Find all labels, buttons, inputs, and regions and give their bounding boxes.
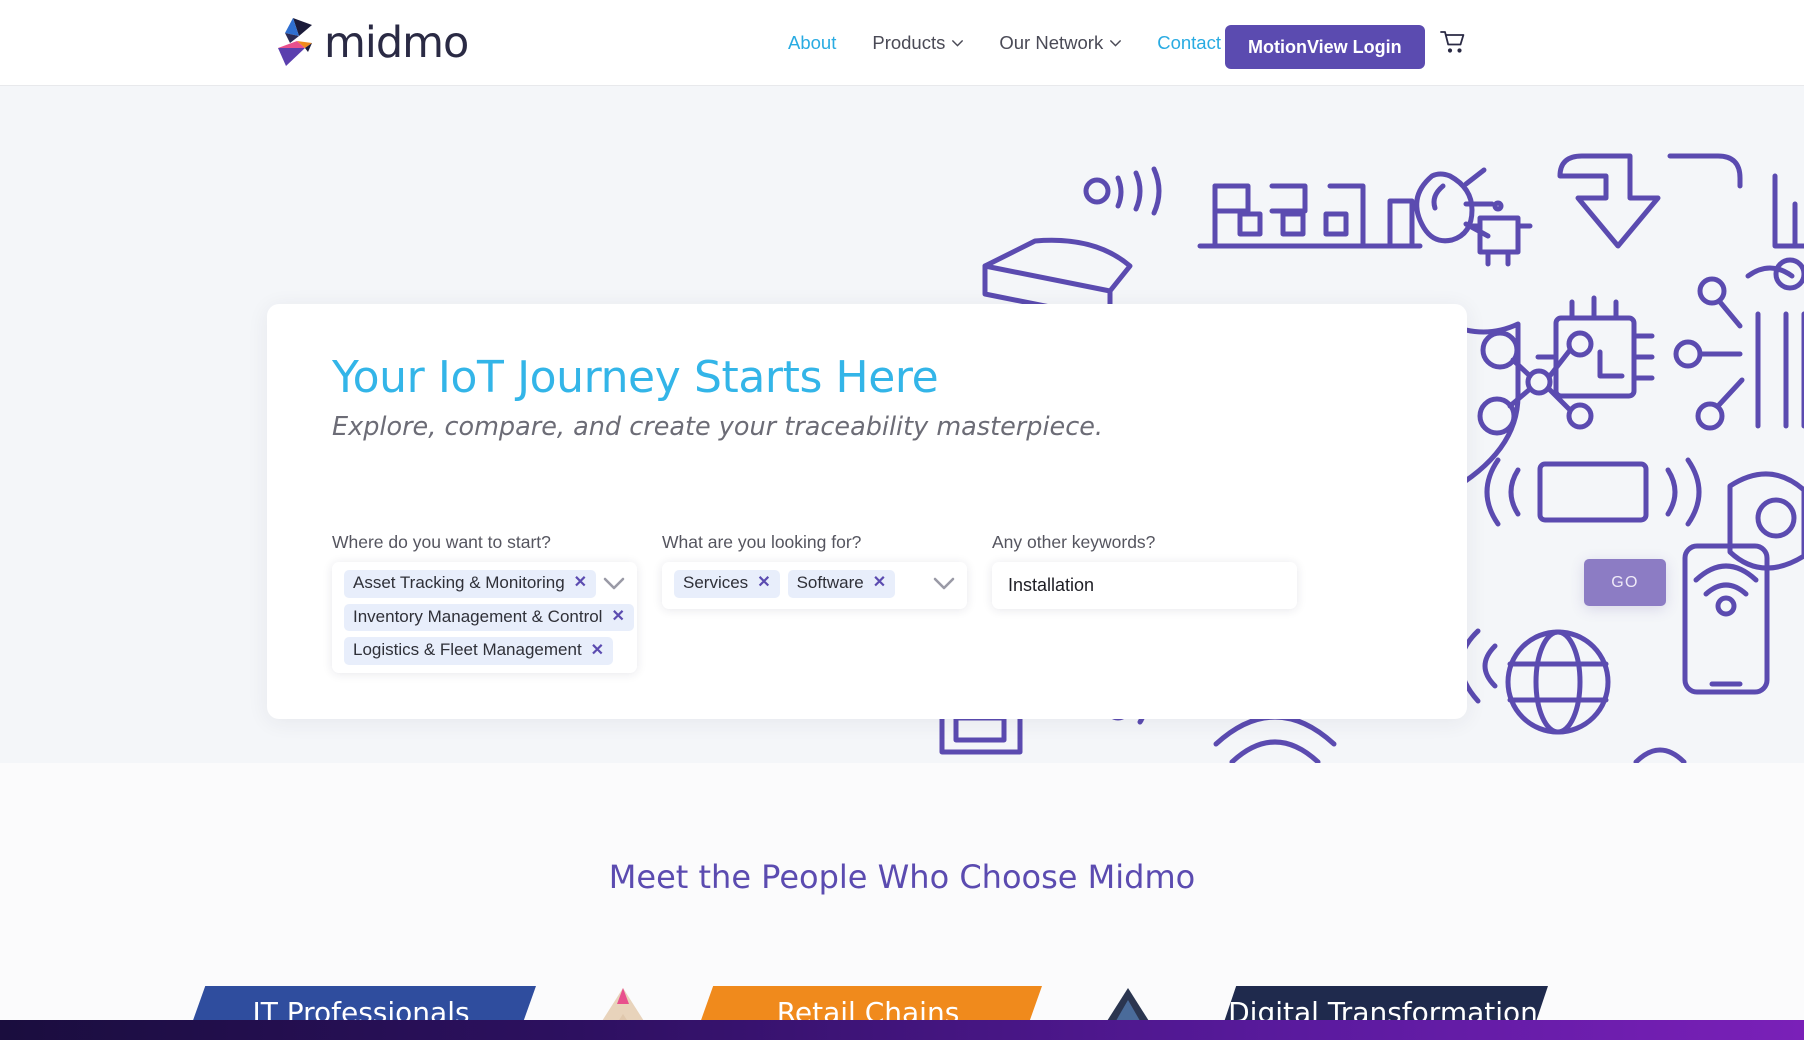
field-label-keywords: Any other keywords? [992,532,1156,552]
tag-label: Software [796,573,864,592]
tag-label: Inventory Management & Control [353,606,603,626]
field-looking-for: What are you looking for? Services ✕ Sof… [662,532,967,609]
motionview-login-button[interactable]: MotionView Login [1225,25,1425,69]
chevron-down-icon[interactable] [603,577,625,590]
field-label-where-to-start: Where do you want to start? [332,532,551,552]
tag-item[interactable]: Software ✕ [787,570,896,598]
hero-search-card: Your IoT Journey Starts Here Explore, co… [267,304,1666,719]
site-header: midmo About Products Our Network Contact [0,0,1804,86]
tag-label: Asset Tracking & Monitoring [353,573,565,592]
close-x-icon[interactable]: ✕ [574,575,587,591]
keywords-input[interactable] [992,562,1297,609]
people-section: Meet the People Who Choose Midmo IT Prof… [0,763,1804,1040]
site-logo[interactable]: midmo [272,16,469,70]
chevron-down-icon [952,39,964,47]
hero-section: Your IoT Journey Starts Here Explore, co… [0,86,1804,763]
multiselect-looking-for[interactable]: Services ✕ Software ✕ [662,562,967,609]
hero-subtitle: Explore, compare, and create your tracea… [332,412,1104,442]
nav-item-products[interactable]: Products [854,32,981,54]
chevron-down-icon [1110,39,1122,47]
nav-item-our-network[interactable]: Our Network [981,32,1139,54]
tag-item[interactable]: Inventory Management & Control ✕ [344,603,634,632]
hero-title: Your IoT Journey Starts Here [332,352,939,403]
nav-item-contact[interactable]: Contact [1139,32,1239,54]
field-keywords: Any other keywords? [992,532,1297,609]
nav-label-our-network: Our Network [999,32,1104,53]
nav-label-contact: Contact [1157,32,1221,53]
close-x-icon[interactable]: ✕ [591,642,604,659]
tag-label: Logistics & Fleet Management [353,640,582,660]
main-navigation: About Products Our Network Contact [770,0,1239,86]
nav-label-about: About [788,32,837,53]
page-root: midmo About Products Our Network Contact [0,0,1804,1040]
field-where-to-start: Where do you want to start? Asset Tracki… [332,532,637,674]
nav-item-about[interactable]: About [770,32,854,54]
tag-item[interactable]: Logistics & Fleet Management ✕ [344,637,614,666]
search-go-button[interactable]: GO [1584,559,1666,606]
section-title: Meet the People Who Choose Midmo [608,858,1196,896]
close-x-icon[interactable]: ✕ [611,609,624,625]
midmo-logo-mark-icon [278,18,312,66]
chevron-down-icon[interactable] [933,577,955,590]
bottom-gradient-bar [0,1020,1804,1040]
shopping-cart-icon [1440,30,1465,53]
multiselect-where-to-start[interactable]: Asset Tracking & Monitoring ✕ Inventory … [332,562,637,674]
field-label-looking-for: What are you looking for? [662,532,862,552]
logo-wordmark: midmo [324,17,469,68]
tag-label: Services [683,573,749,592]
close-x-icon[interactable]: ✕ [757,575,770,591]
close-x-icon[interactable]: ✕ [873,575,886,591]
nav-label-products: Products [872,32,946,53]
tag-item[interactable]: Services ✕ [674,570,780,598]
tag-item[interactable]: Asset Tracking & Monitoring ✕ [344,570,597,598]
shopping-cart-button[interactable] [1437,25,1469,59]
